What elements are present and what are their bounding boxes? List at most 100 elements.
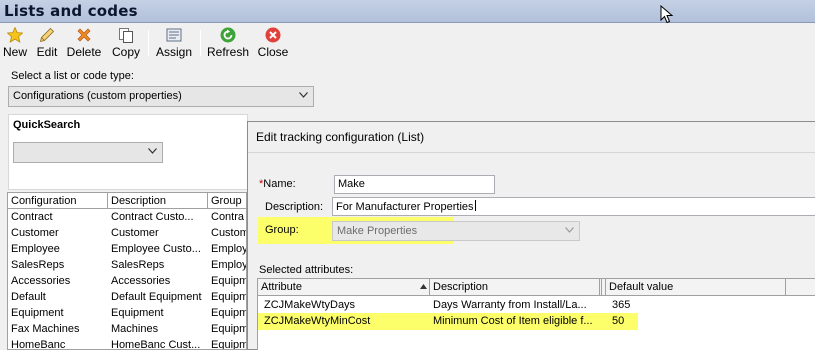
cell-group: Custom <box>211 227 247 239</box>
delete-button[interactable]: Delete <box>66 25 102 61</box>
group-value: Make Properties <box>337 225 418 237</box>
copy-icon <box>119 28 133 43</box>
toolbar: New Edit Delete Copy Assign Refresh Clos… <box>0 24 815 62</box>
cell-group: Contra <box>211 211 245 223</box>
table-row[interactable]: Fax Machines Machines Equipm <box>8 321 246 337</box>
window-title: Lists and codes <box>4 2 138 20</box>
column-header-default-value[interactable]: Default value <box>605 279 786 296</box>
toolbar-separator <box>148 30 149 56</box>
table-row[interactable]: Equipment Equipment Equipm <box>8 305 246 321</box>
cell-group: Equipm <box>211 339 247 350</box>
toolbar-separator <box>200 30 201 56</box>
dialog-title-divider <box>248 152 815 153</box>
column-header-configuration[interactable]: Configuration <box>8 193 108 209</box>
cell-configuration: Default <box>11 291 46 303</box>
assign-label: Assign <box>155 45 193 59</box>
chevron-down-icon <box>565 227 574 233</box>
pencil-icon <box>39 27 55 43</box>
cell-group: Equipm <box>211 291 247 303</box>
assign-icon <box>166 28 182 42</box>
selected-attributes-label: Selected attributes: <box>259 264 354 276</box>
delete-x-icon <box>77 28 91 42</box>
description-value: For Manufacturer Properties <box>336 201 474 213</box>
edit-tracking-dialog: Edit tracking configuration (List) *Name… <box>247 121 815 350</box>
refresh-label: Refresh <box>206 45 250 59</box>
dialog-title: Edit tracking configuration (List) <box>256 130 425 144</box>
list-type-value: Configurations (custom properties) <box>13 90 182 102</box>
cell-configuration: Fax Machines <box>11 323 80 335</box>
cell-description: Customer <box>111 227 159 239</box>
cell-group: Employ <box>211 243 247 255</box>
group-select[interactable]: Make Properties <box>332 221 580 241</box>
assign-button[interactable]: Assign <box>154 25 194 61</box>
attribute-header-text: Attribute <box>261 281 302 293</box>
table-row[interactable]: HomeBanc HomeBanc Cust... Equipm <box>8 337 247 350</box>
cell-configuration: HomeBanc <box>11 339 66 350</box>
cell-group: Employ <box>211 259 247 271</box>
cell-description: Accessories <box>111 275 171 287</box>
chevron-down-icon <box>299 92 308 98</box>
column-header-attribute[interactable]: Attribute <box>258 279 430 296</box>
cell-description: Machines <box>111 323 159 335</box>
close-icon <box>265 27 281 43</box>
cell-attribute: ZCJMakeWtyMinCost <box>264 315 371 327</box>
description-field[interactable]: For Manufacturer Properties <box>332 197 815 216</box>
table-row[interactable]: Employee Employee Custo... Employ <box>8 241 246 257</box>
cell-configuration: Accessories <box>11 275 71 287</box>
cell-description: Minimum Cost of Item eligible f... <box>433 315 593 327</box>
table-row[interactable]: Contract Contract Custo... Contra <box>8 209 246 225</box>
copy-label: Copy <box>111 45 140 59</box>
configurations-table: Configuration Description Group Contract… <box>7 192 247 350</box>
window-titlebar: Lists and codes <box>0 0 815 23</box>
refresh-icon <box>220 27 236 43</box>
copy-button[interactable]: Copy <box>110 25 142 61</box>
name-field[interactable]: Make <box>334 175 495 194</box>
chevron-down-icon <box>148 148 157 154</box>
cell-description: Contract Custo... <box>111 211 194 223</box>
cell-description: Days Warranty from Install/La... <box>433 299 587 311</box>
sort-ascending-icon <box>420 284 427 289</box>
cell-description: Equipment <box>111 307 164 319</box>
table-row[interactable]: ZCJMakeWtyDays Days Warranty from Instal… <box>258 297 815 313</box>
cell-description: Employee Custo... <box>111 243 201 255</box>
refresh-button[interactable]: Refresh <box>206 25 250 61</box>
cell-default-value: 50 <box>612 315 625 327</box>
table-row[interactable]: Customer Customer Custom <box>8 225 246 241</box>
cell-configuration: SalesReps <box>11 259 65 271</box>
cell-group: Equipm <box>211 275 247 287</box>
group-label: Group: <box>265 224 299 236</box>
text-caret <box>474 200 476 211</box>
table-row[interactable]: Accessories Accessories Equipm <box>8 273 246 289</box>
list-type-select[interactable]: Configurations (custom properties) <box>8 86 314 107</box>
column-header-description[interactable]: Description <box>430 279 602 296</box>
column-header-group[interactable]: Group <box>208 193 246 209</box>
cell-attribute: ZCJMakeWtyDays <box>264 299 356 311</box>
cell-group: Equipm <box>211 307 247 319</box>
cell-description: Default Equipment <box>111 291 202 303</box>
cell-description: HomeBanc Cust... <box>111 339 201 350</box>
quicksearch-select[interactable] <box>13 142 163 163</box>
table-row[interactable]: Default Default Equipment Equipm <box>8 289 246 305</box>
quicksearch-panel: QuickSearch <box>8 114 248 190</box>
column-header-extra[interactable] <box>786 279 815 296</box>
cell-default-value: 365 <box>612 299 631 311</box>
mouse-cursor-icon <box>660 5 674 24</box>
table-row[interactable]: ZCJMakeWtyMinCost Minimum Cost of Item e… <box>258 313 815 329</box>
table-header: Configuration Description Group <box>8 193 246 209</box>
name-label: *Name: <box>259 178 296 190</box>
table-row[interactable]: SalesReps SalesReps Employ <box>8 257 246 273</box>
column-header-description[interactable]: Description <box>108 193 208 209</box>
edit-button[interactable]: Edit <box>34 25 60 61</box>
new-label: New <box>2 45 27 59</box>
cell-configuration: Customer <box>11 227 59 239</box>
star-icon <box>7 27 23 43</box>
cell-configuration: Contract <box>11 211 53 223</box>
cell-description: SalesReps <box>111 259 165 271</box>
name-label-text: Name: <box>263 178 296 190</box>
cell-configuration: Employee <box>11 243 60 255</box>
description-label: Description: <box>265 201 324 213</box>
list-type-caption: Select a list or code type: <box>11 70 134 82</box>
edit-label: Edit <box>36 45 58 59</box>
close-button[interactable]: Close <box>256 25 290 61</box>
new-button[interactable]: New <box>2 25 28 61</box>
